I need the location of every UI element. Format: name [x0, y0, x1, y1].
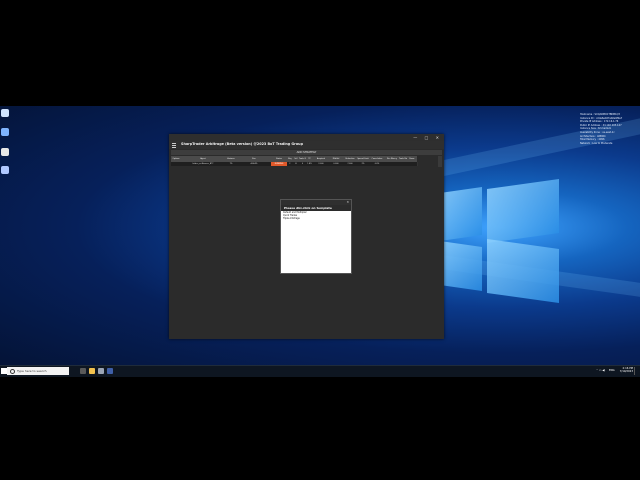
system-info-panel: Hostname : SCQARMO1TBDB1Q3 Instance ID : … — [580, 113, 622, 145]
show-desktop-button[interactable] — [634, 367, 635, 375]
maximize-icon[interactable]: □ — [425, 135, 432, 140]
table-cell: bitdex_vs:Binance_BTC — [181, 162, 226, 166]
table-cell: 400/4% — [237, 162, 272, 166]
logo-pane — [487, 238, 559, 304]
app-header: SharpTrader Arbitrage (Beta version) @20… — [169, 141, 444, 149]
language-indicator[interactable]: ENG — [609, 369, 615, 372]
task-view-icon[interactable] — [80, 368, 86, 374]
system-info-line: Network : Low to Moderate — [580, 141, 613, 145]
file-explorer-icon[interactable] — [89, 368, 95, 374]
windows-logo-wallpaper — [440, 178, 560, 304]
menu-icon[interactable] — [172, 143, 176, 148]
desktop-shortcut-icon[interactable] — [1, 128, 9, 136]
recycle-bin-icon[interactable] — [1, 109, 9, 117]
server-manager-icon[interactable] — [98, 368, 104, 374]
taskbar: Type here to search ⌃ ▭ ◀) ENG 2:16 PM 7… — [0, 365, 640, 377]
desktop-shortcut-icon[interactable] — [1, 148, 9, 156]
table-scrollbar[interactable] — [438, 156, 442, 167]
clock[interactable]: 2:16 PM 7/19/2023 — [615, 367, 633, 374]
logo-pane — [440, 241, 482, 291]
strategy-table: Options Agent bitdex_vs:Binance_BTC Varianc… — [171, 156, 437, 167]
clock-date: 7/19/2023 — [619, 369, 633, 373]
close-icon[interactable]: ✕ — [346, 200, 349, 204]
add-strategy-button[interactable]: ADD STRATEGY — [171, 150, 442, 155]
template-dialog: ✕ Please dbl-click on template Default a… — [280, 199, 352, 274]
desktop-shortcut-icon[interactable] — [1, 166, 9, 174]
table-cell — [385, 162, 400, 166]
app-title: SharpTrader Arbitrage (Beta version) @20… — [181, 142, 304, 146]
close-icon[interactable]: ✕ — [436, 135, 442, 140]
search-icon — [10, 369, 15, 374]
window-controls[interactable]: — □ ✕ — [413, 135, 442, 140]
table-cell: 2,000 — [313, 162, 330, 166]
table-cell: 0.0% — [369, 162, 386, 166]
table-cell: 0.000 — [329, 162, 344, 166]
minimize-icon[interactable]: — — [413, 135, 420, 140]
template-list: Default and Multiplier Quick Trades Trip… — [282, 211, 348, 221]
logo-pane — [487, 178, 559, 244]
logo-pane — [440, 187, 482, 241]
status-badge: RUNNING — [271, 162, 288, 166]
window-titlebar[interactable]: — □ ✕ — [169, 134, 444, 141]
search-placeholder: Type here to search — [17, 369, 47, 373]
app-taskbar-icon[interactable] — [107, 368, 113, 374]
taskbar-search-input[interactable]: Type here to search — [7, 367, 69, 375]
tray-icons[interactable]: ⌃ ▭ ◀) — [596, 369, 605, 372]
table-cell: 7,000 — [343, 162, 358, 166]
list-item[interactable]: Triple Arbitrage — [282, 217, 348, 221]
table-cell[interactable] — [407, 162, 418, 166]
